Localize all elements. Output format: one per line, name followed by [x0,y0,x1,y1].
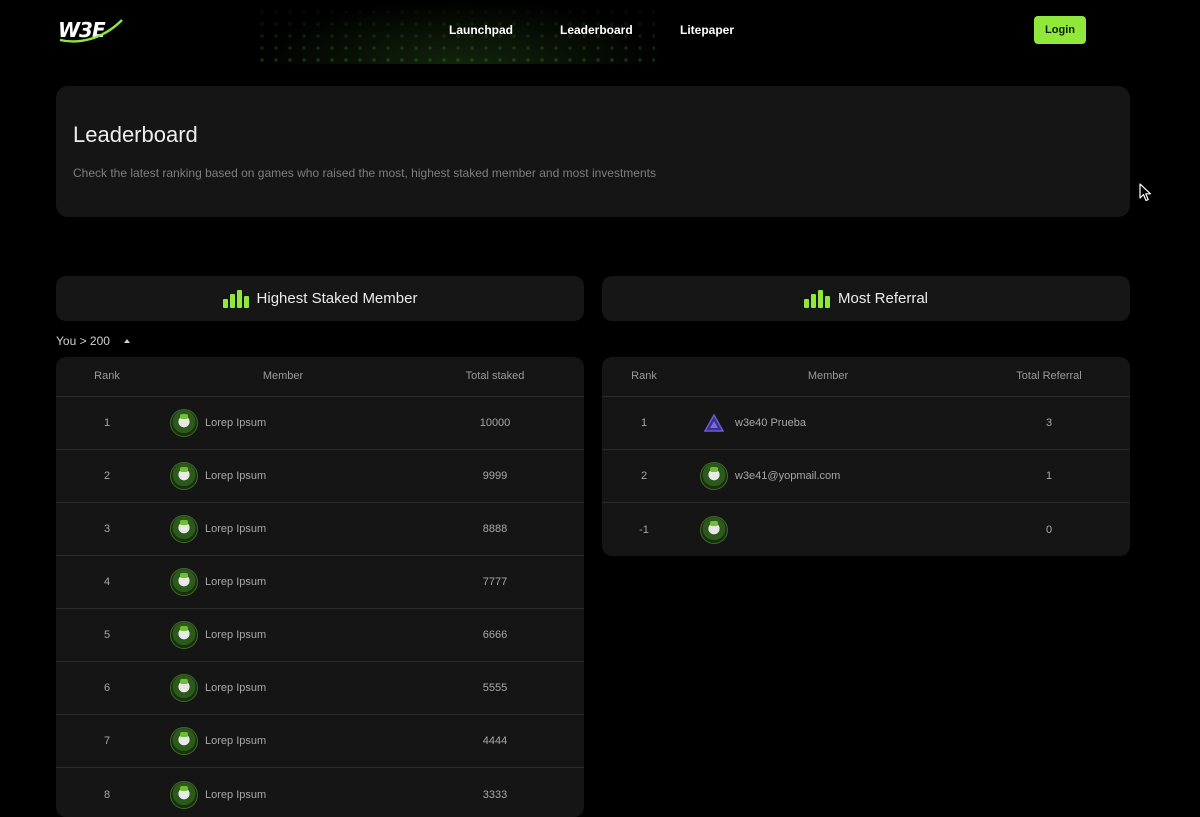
rank-cell: 5 [103,629,111,641]
table-header: Rank Member Total staked [56,357,584,397]
column-header-member: Member [807,370,849,382]
total-cell: 0 [1045,523,1053,536]
member-name: Lorep Ipsum [205,682,267,694]
column-header-total-referral: Total Referral [1016,370,1082,382]
main-nav: Launchpad Leaderboard Litepaper [0,20,1200,40]
avatar-icon [170,515,198,543]
table-row[interactable]: 7 Lorep Ipsum 4444 [56,715,584,768]
member-cell: Lorep Ipsum [170,409,266,437]
member-cell: Lorep Ipsum [170,727,266,755]
table-row[interactable]: 1 Lorep Ipsum 10000 [56,397,584,450]
table-row[interactable]: 8 Lorep Ipsum 3333 [56,768,584,817]
column-header-member: Member [262,370,304,382]
member-cell: Lorep Ipsum [170,621,266,649]
member-name: w3e40 Prueba [735,417,806,429]
avatar-icon [700,462,728,490]
total-cell: 3 [1045,417,1053,429]
member-name: Lorep Ipsum [205,576,267,588]
caret-up-icon[interactable] [123,339,130,343]
rank-cell: 6 [103,682,111,694]
column-header-rank: Rank [94,370,120,382]
rank-cell: 1 [640,417,648,429]
table-row[interactable]: 3 Lorep Ipsum 8888 [56,503,584,556]
avatar-icon [170,409,198,437]
member-cell: Lorep Ipsum [170,674,266,702]
bar-chart-icon [222,289,249,308]
total-cell: 7777 [482,576,508,588]
total-cell: 1 [1045,470,1053,482]
section-header-highest-staked[interactable]: Highest Staked Member [56,276,584,321]
table-row[interactable]: -1 0 [602,503,1130,556]
table-row[interactable]: 1 w3e40 Prueba 3 [602,397,1130,450]
column-header-rank: Rank [631,370,657,382]
rank-cell: 3 [103,523,111,535]
avatar-icon [700,515,728,544]
member-name: Lorep Ipsum [205,470,267,482]
column-header-total-staked: Total staked [465,370,525,382]
staked-leaderboard-table: Rank Member Total staked 1 Lorep Ipsum 100… [56,357,584,817]
bar-chart-icon [803,289,830,308]
total-cell: 9999 [482,470,508,482]
avatar-icon [170,727,198,755]
member-name: Lorep Ipsum [205,788,267,801]
member-name: Lorep Ipsum [205,523,267,535]
login-button[interactable]: Login [1034,16,1086,44]
avatar-icon [170,462,198,490]
member-name: Lorep Ipsum [205,735,267,747]
avatar-icon [170,621,198,649]
member-cell: w3e41@yopmail.com [700,462,840,490]
table-row[interactable]: 4 Lorep Ipsum 7777 [56,556,584,609]
rank-cell: 2 [640,470,648,482]
total-cell: 3333 [482,788,508,801]
avatar-icon [170,568,198,596]
top-nav-bar: W3E Launchpad Leaderboard Litepaper Logi… [0,0,1200,64]
nav-leaderboard[interactable]: Leaderboard [560,23,633,37]
member-name: w3e41@yopmail.com [735,470,841,482]
member-cell: Lorep Ipsum [170,568,266,596]
nav-launchpad[interactable]: Launchpad [449,23,513,37]
member-cell: Lorep Ipsum [170,780,267,809]
section-title-staked: Highest Staked Member [256,290,418,307]
your-rank-label: You > 200 [56,334,110,348]
member-name: Lorep Ipsum [205,629,267,641]
leaderboard-hero-card: Leaderboard Check the latest ranking bas… [56,86,1130,217]
member-cell: Lorep Ipsum [170,515,266,543]
triangle-logo-icon [700,409,728,437]
referral-leaderboard-table: Rank Member Total Referral 1 w3e40 Prueba… [602,357,1130,556]
member-cell [700,515,735,544]
table-row[interactable]: 2 Lorep Ipsum 9999 [56,450,584,503]
rank-cell: 4 [103,576,111,588]
rank-cell: 1 [103,417,111,429]
total-cell: 6666 [482,629,508,641]
avatar-icon [170,780,198,809]
total-cell: 5555 [482,682,508,694]
rank-cell: 7 [103,735,111,747]
member-name: Lorep Ipsum [205,417,267,429]
mouse-cursor-icon [1139,183,1152,202]
table-header: Rank Member Total Referral [602,357,1130,397]
rank-cell: -1 [639,523,649,536]
your-rank-indicator[interactable]: You > 200 [56,334,130,348]
page-subtitle: Check the latest ranking based on games … [73,166,656,180]
total-cell: 8888 [482,523,508,535]
nav-litepaper[interactable]: Litepaper [680,23,734,37]
page-title: Leaderboard [73,122,198,147]
section-header-most-referral[interactable]: Most Referral [602,276,1130,321]
rank-cell: 8 [103,788,111,801]
table-row[interactable]: 2 w3e41@yopmail.com 1 [602,450,1130,503]
member-cell: Lorep Ipsum [170,462,266,490]
rank-cell: 2 [103,470,111,482]
table-row[interactable]: 6 Lorep Ipsum 5555 [56,662,584,715]
section-title-referral: Most Referral [837,290,929,307]
member-cell: w3e40 Prueba [700,409,806,437]
avatar-icon [170,674,198,702]
table-row[interactable]: 5 Lorep Ipsum 6666 [56,609,584,662]
total-cell: 4444 [482,735,508,747]
total-cell: 10000 [479,417,511,429]
